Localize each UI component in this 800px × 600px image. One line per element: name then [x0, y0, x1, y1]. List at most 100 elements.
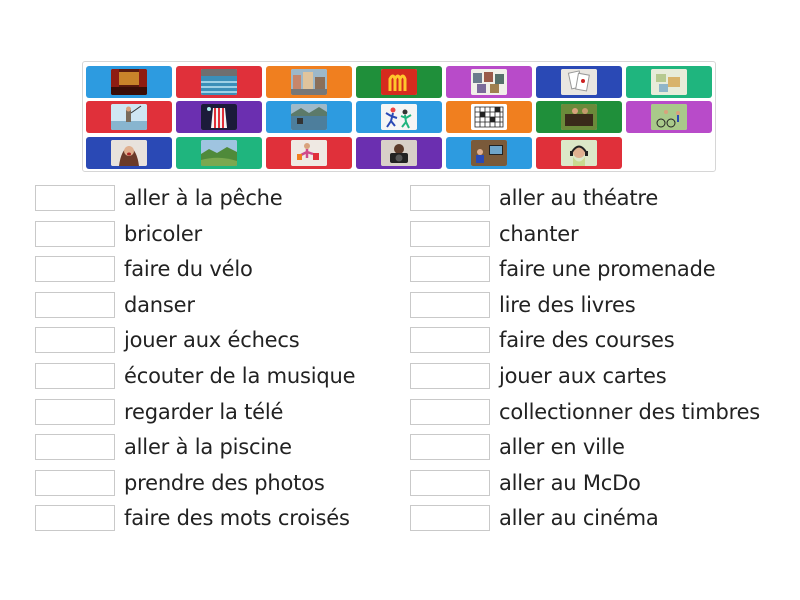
fishing-image-tile[interactable]: [86, 101, 172, 133]
fishing-icon: [111, 104, 147, 130]
drop-slot[interactable]: [410, 291, 490, 318]
answer-label: regarder la télé: [124, 399, 284, 424]
cycling-lake-image-tile[interactable]: [266, 101, 352, 133]
right-answer-row: lire des livres: [410, 291, 636, 319]
crossword-icon: [471, 104, 507, 130]
answer-label: aller au McDo: [499, 470, 641, 495]
drop-slot[interactable]: [35, 434, 115, 461]
left-answer-row: aller à la pêche: [35, 184, 283, 212]
camera-icon: [381, 140, 417, 166]
landscape-icon: [201, 140, 237, 166]
drop-slot[interactable]: [410, 220, 490, 247]
shopping-image-tile[interactable]: [266, 137, 352, 169]
answer-label: lire des livres: [499, 292, 636, 317]
bike-ride-image-tile[interactable]: [626, 101, 712, 133]
drop-slot[interactable]: [35, 291, 115, 318]
drop-slot[interactable]: [35, 256, 115, 283]
chess-icon: [561, 104, 597, 130]
cards-icon: [561, 69, 597, 95]
drop-slot[interactable]: [410, 363, 490, 389]
drop-slot[interactable]: [35, 363, 115, 389]
answer-label: chanter: [499, 221, 579, 246]
right-answer-row: collectionner des timbres: [410, 398, 760, 426]
drop-slot[interactable]: [410, 469, 490, 496]
right-answer-row: aller en ville: [410, 433, 625, 461]
singer-icon: [111, 140, 147, 166]
lake-icon: [291, 104, 327, 130]
left-answer-row: bricoler: [35, 220, 202, 248]
drop-slot[interactable]: [35, 505, 115, 532]
tv-icon: [471, 140, 507, 166]
drop-slot[interactable]: [35, 469, 115, 496]
left-answer-row: faire des mots croisés: [35, 504, 350, 532]
watching-tv-image-tile[interactable]: [446, 137, 532, 169]
answer-label: aller à la pêche: [124, 186, 283, 210]
right-answer-row: chanter: [410, 220, 579, 248]
cinema-icon: [201, 104, 237, 130]
answer-label: faire une promenade: [499, 257, 716, 282]
left-answer-row: aller à la piscine: [35, 433, 292, 461]
drop-slot[interactable]: [35, 398, 115, 425]
right-answer-row: aller au cinéma: [410, 504, 659, 532]
stamps-icon: [471, 69, 507, 95]
answer-label: aller à la piscine: [124, 435, 292, 460]
answer-label: aller au cinéma: [499, 506, 659, 531]
drop-slot[interactable]: [35, 185, 115, 211]
drop-slot[interactable]: [410, 434, 490, 461]
left-answer-row: faire du vélo: [35, 255, 253, 283]
left-answer-row: prendre des photos: [35, 469, 325, 497]
puzzle-craft-image-tile[interactable]: [626, 66, 712, 98]
answer-label: jouer aux cartes: [499, 364, 667, 388]
countryside-walk-image-tile[interactable]: [176, 137, 262, 169]
drop-slot[interactable]: [35, 327, 115, 354]
right-answer-row: aller au McDo: [410, 469, 641, 497]
drop-slot[interactable]: [410, 185, 490, 211]
right-answer-row: jouer aux cartes: [410, 362, 667, 390]
theatre-image-tile[interactable]: [86, 66, 172, 98]
answer-label: bricoler: [124, 221, 202, 246]
left-answer-row: jouer aux échecs: [35, 326, 300, 354]
cinema-image-tile[interactable]: [176, 101, 262, 133]
drop-slot[interactable]: [410, 327, 490, 354]
camera-photo-image-tile[interactable]: [356, 137, 442, 169]
crossword-image-tile[interactable]: [446, 101, 532, 133]
town-icon: [291, 69, 327, 95]
answer-label: faire des mots croisés: [124, 506, 350, 531]
playing-cards-image-tile[interactable]: [536, 66, 622, 98]
answer-label: danser: [124, 292, 195, 317]
chess-image-tile[interactable]: [536, 101, 622, 133]
answer-label: aller en ville: [499, 435, 625, 460]
dancing-image-tile[interactable]: [356, 101, 442, 133]
answer-label: aller au théatre: [499, 186, 659, 210]
answer-label: faire du vélo: [124, 257, 253, 282]
listening-music-image-tile[interactable]: [536, 137, 622, 169]
swimming-pool-image-tile[interactable]: [176, 66, 262, 98]
mcdonalds-image-tile[interactable]: [356, 66, 442, 98]
shopping-icon: [291, 140, 327, 166]
left-answer-row: écouter de la musique: [35, 362, 355, 390]
headphones-icon: [561, 140, 597, 166]
mcdonalds-logo-icon: [381, 69, 417, 95]
right-answer-row: faire une promenade: [410, 255, 716, 283]
singing-image-tile[interactable]: [86, 137, 172, 169]
answer-label: prendre des photos: [124, 470, 325, 495]
answer-label: jouer aux échecs: [124, 328, 300, 353]
answer-label: faire des courses: [499, 328, 675, 353]
right-answer-row: faire des courses: [410, 326, 675, 354]
right-answer-row: aller au théatre: [410, 184, 658, 212]
image-tile-tray: [82, 61, 716, 172]
drop-slot[interactable]: [410, 505, 490, 532]
drop-slot[interactable]: [410, 256, 490, 283]
drop-slot[interactable]: [35, 220, 115, 247]
town-street-image-tile[interactable]: [266, 66, 352, 98]
bikes-icon: [651, 104, 687, 130]
left-answer-row: regarder la télé: [35, 398, 283, 426]
stamps-image-tile[interactable]: [446, 66, 532, 98]
pool-icon: [201, 69, 237, 95]
answer-label: écouter de la musique: [124, 364, 356, 388]
theatre-stage-icon: [111, 69, 147, 95]
dance-icon: [381, 104, 417, 130]
drop-slot[interactable]: [410, 398, 490, 425]
left-answer-row: danser: [35, 291, 195, 319]
craft-icon: [651, 69, 687, 95]
